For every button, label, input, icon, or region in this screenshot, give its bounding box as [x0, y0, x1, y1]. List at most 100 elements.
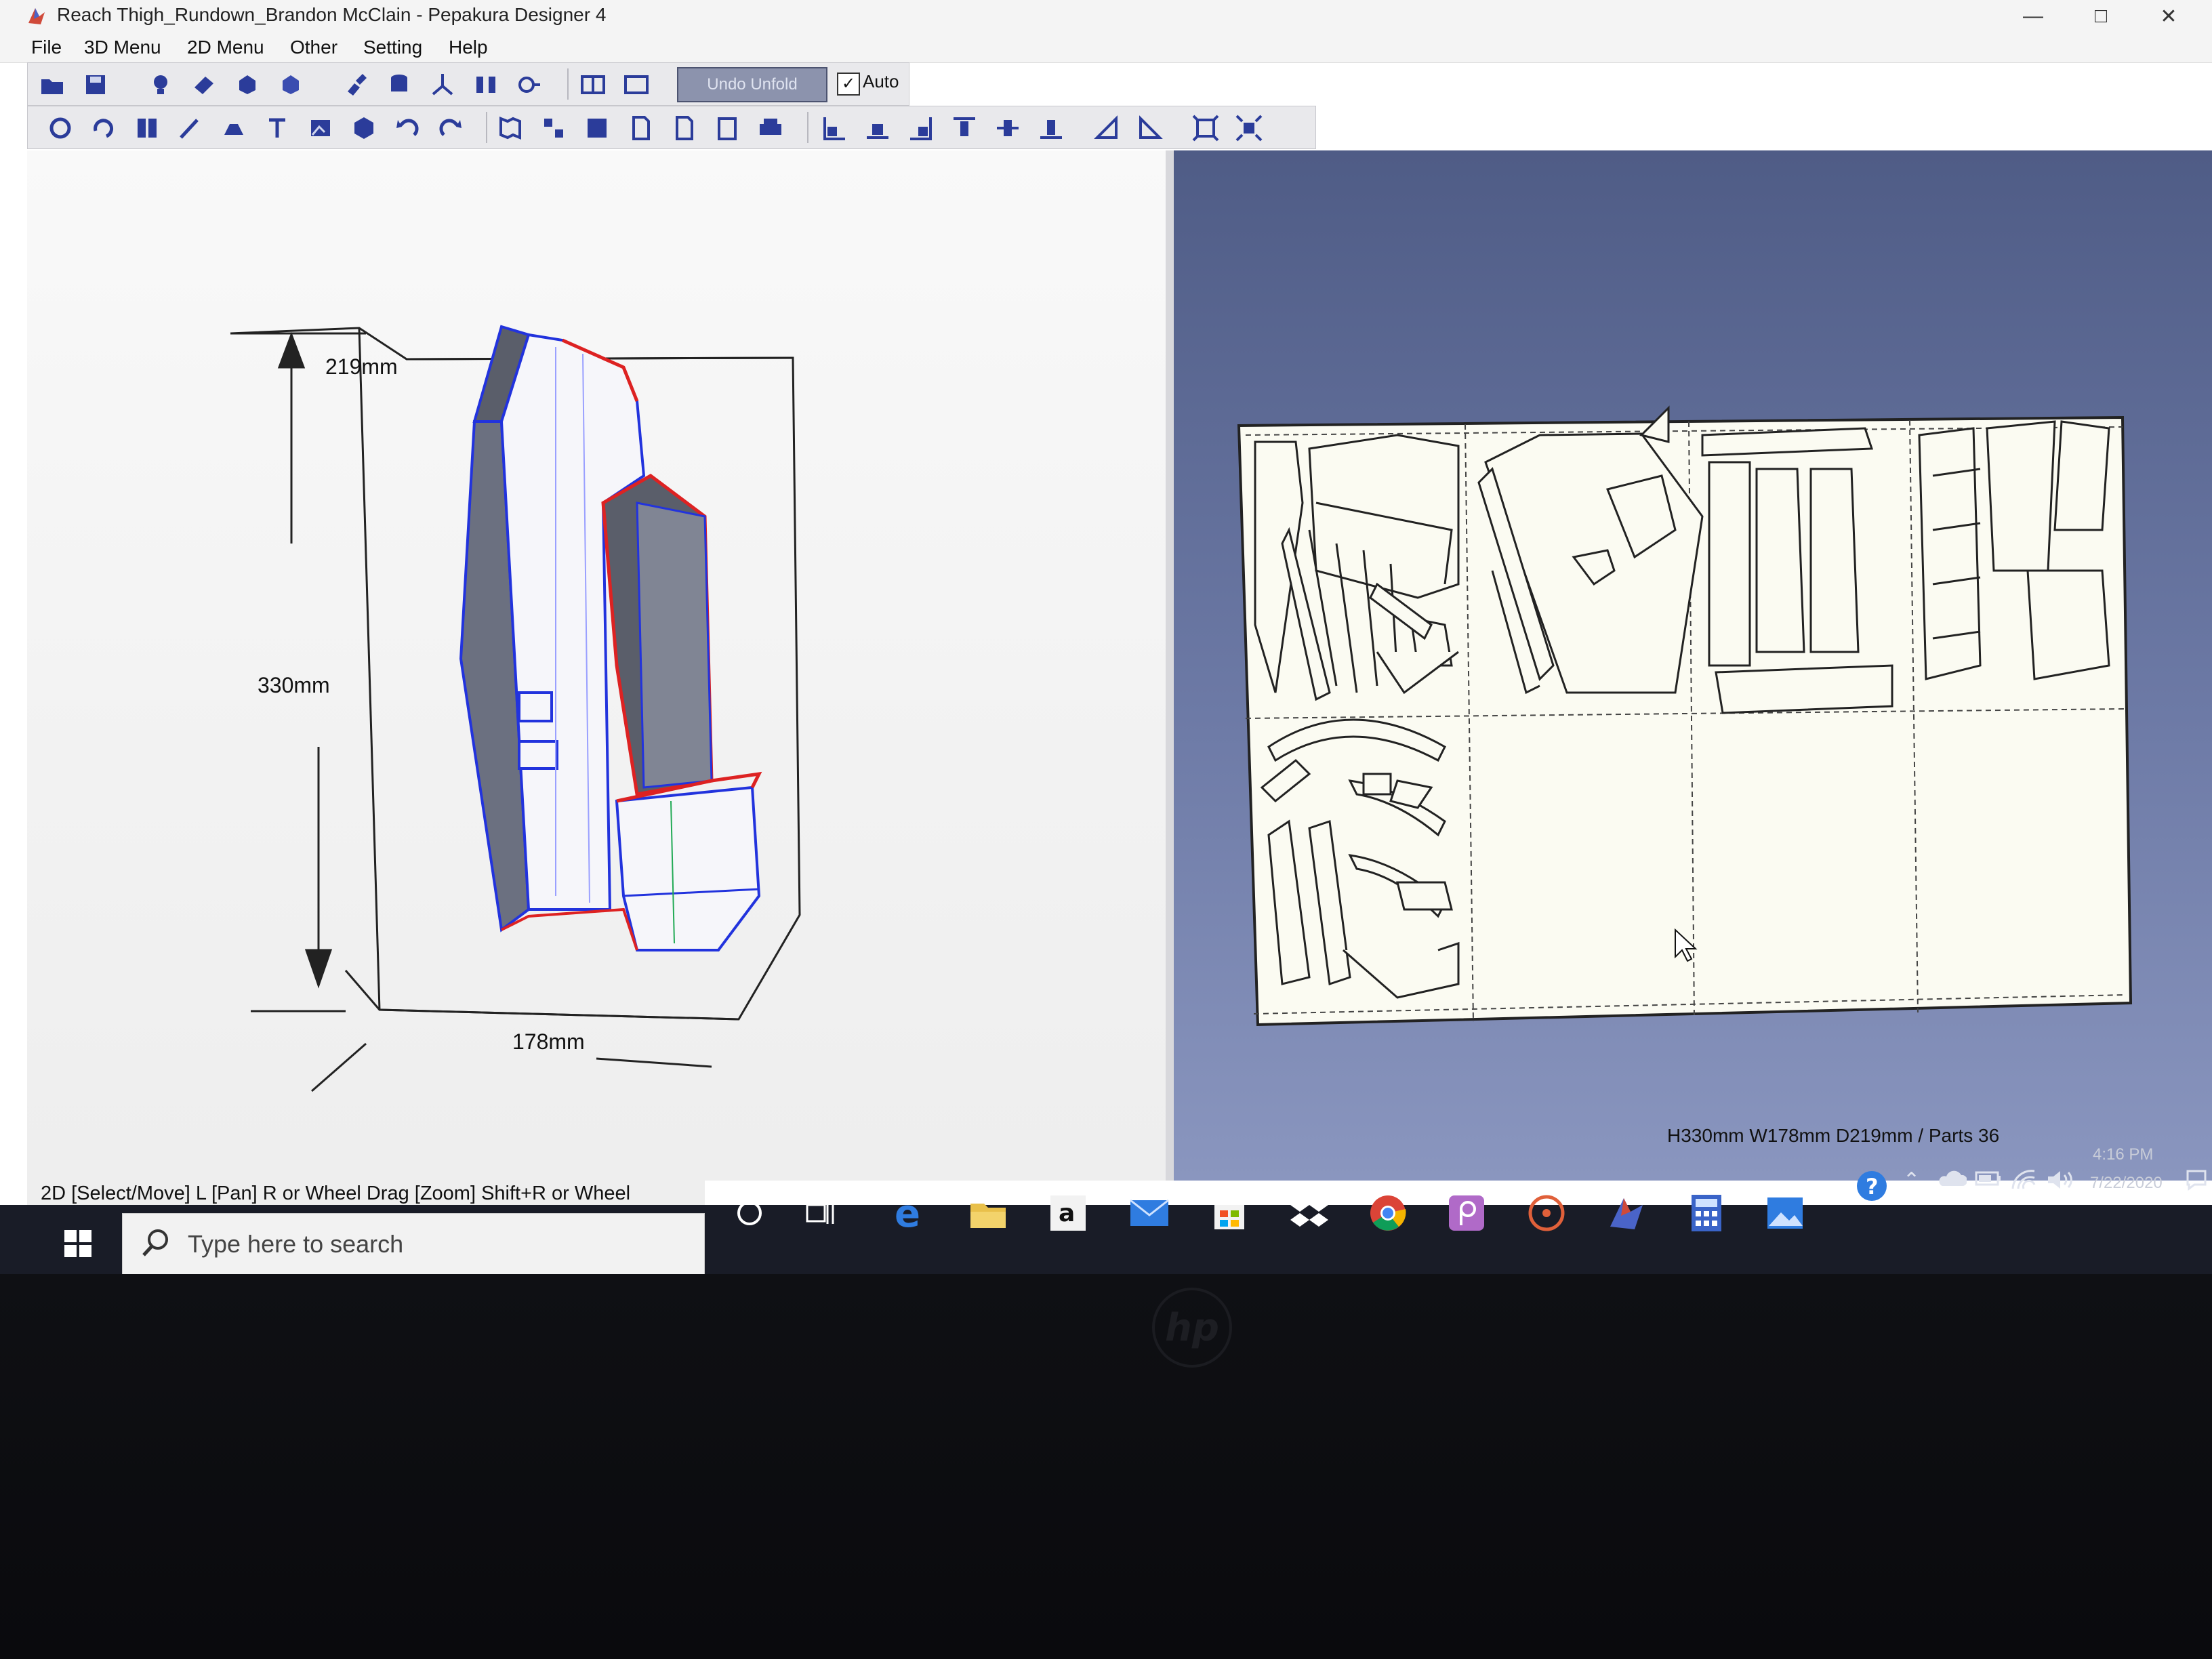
open-icon[interactable]	[37, 70, 67, 100]
menu-help[interactable]: Help	[449, 37, 488, 58]
wifi-icon[interactable]	[2010, 1168, 2037, 1197]
undo-unfold-button[interactable]: Undo Unfold	[677, 67, 827, 102]
svg-text:e: e	[895, 1194, 920, 1232]
select-icon[interactable]	[45, 113, 75, 143]
pepakura-icon[interactable]	[1603, 1190, 1650, 1236]
file-explorer-icon[interactable]	[965, 1190, 1011, 1236]
flat-shade-icon[interactable]	[232, 70, 262, 100]
search-placeholder: Type here to search	[188, 1230, 404, 1258]
screen: Reach Thigh_Rundown_Brandon McClain - Pe…	[0, 0, 2212, 1274]
cube-icon[interactable]	[349, 113, 379, 143]
mail-icon[interactable]	[1126, 1190, 1172, 1236]
cortana-icon[interactable]	[726, 1190, 773, 1236]
fit-parts-icon[interactable]	[1234, 113, 1264, 143]
battery-icon[interactable]	[1975, 1168, 2002, 1194]
pepakura-app-icon	[28, 8, 45, 24]
arrange-icon[interactable]	[539, 113, 569, 143]
fit-page-icon[interactable]	[1191, 113, 1221, 143]
align-right-icon[interactable]	[906, 113, 936, 143]
photos-icon[interactable]	[1762, 1190, 1808, 1236]
laptop-bezel	[0, 1274, 2212, 1659]
unfold-canvas[interactable]	[1174, 150, 2212, 1181]
picsart-icon[interactable]	[1443, 1190, 1490, 1236]
edit-edge-icon[interactable]	[176, 113, 205, 143]
join-faces-icon[interactable]	[132, 113, 162, 143]
height-dimension-label: 330mm	[258, 673, 330, 697]
redo-icon[interactable]	[436, 113, 466, 143]
status-dimensions: H330mm W178mm D219mm / Parts 36	[1667, 1125, 2000, 1146]
2d-view[interactable]	[1174, 150, 2212, 1181]
calculator-icon[interactable]	[1683, 1190, 1729, 1236]
align-middle-icon[interactable]	[993, 113, 1023, 143]
page-grid-icon[interactable]	[582, 113, 612, 143]
groove-icon[interactable]	[1523, 1190, 1570, 1236]
auto-label: Auto	[863, 71, 899, 91]
rotate-part-icon[interactable]	[89, 113, 119, 143]
align-bottom-icon[interactable]	[1036, 113, 1066, 143]
depth-dimension-label: 219mm	[325, 354, 398, 379]
align-left-icon[interactable]	[819, 113, 849, 143]
save-icon[interactable]	[81, 70, 110, 100]
distribute-v-icon[interactable]	[1135, 113, 1165, 143]
width-dimension-label: 178mm	[512, 1029, 585, 1054]
svg-text:a: a	[1059, 1200, 1075, 1227]
minimize-button[interactable]: —	[2006, 0, 2060, 33]
cylinder-icon[interactable]	[384, 70, 414, 100]
auto-checkbox[interactable]: ✓	[837, 73, 860, 96]
status-hint: 2D [Select/Move] L [Pan] R or Wheel Drag…	[41, 1183, 631, 1204]
distribute-h-icon[interactable]	[1092, 113, 1122, 143]
taskbar-search-box[interactable]: Type here to search	[122, 1213, 705, 1274]
store-icon[interactable]	[1206, 1190, 1252, 1236]
menu-2d[interactable]: 2D Menu	[187, 37, 264, 58]
single-view-icon[interactable]	[621, 70, 651, 100]
main-toolbar: Undo Unfold ✓ Auto	[27, 62, 909, 106]
maximize-button[interactable]: □	[2074, 0, 2128, 33]
axis-icon[interactable]	[428, 70, 457, 100]
view-splitter[interactable]	[1166, 150, 1174, 1181]
thigh-armor-model[interactable]	[459, 325, 762, 951]
page-number-icon[interactable]	[626, 113, 655, 143]
image-tool-icon[interactable]	[306, 113, 335, 143]
help-icon[interactable]: ?	[1854, 1168, 1889, 1209]
text-tool-icon[interactable]	[262, 113, 292, 143]
flap-icon[interactable]	[219, 113, 249, 143]
3d-view[interactable]: 219mm 330mm 178mm	[27, 150, 1166, 1181]
menu-3d[interactable]: 3D Menu	[84, 37, 161, 58]
clipboard-icon[interactable]	[712, 113, 742, 143]
texture-icon[interactable]	[189, 70, 219, 100]
clock-date[interactable]: 7/22/2020	[2090, 1174, 2163, 1193]
notification-icon[interactable]	[2185, 1168, 2208, 1197]
task-view-icon[interactable]	[798, 1190, 844, 1236]
light-icon[interactable]	[146, 70, 176, 100]
align-top-icon[interactable]	[949, 113, 979, 143]
paint-icon[interactable]	[341, 70, 371, 100]
split-view-icon[interactable]	[578, 70, 608, 100]
windows-icon	[64, 1230, 91, 1257]
edge-icon[interactable]: e	[886, 1190, 933, 1236]
onedrive-icon[interactable]	[1937, 1168, 1968, 1194]
svg-text:?: ?	[1866, 1174, 1879, 1200]
clock-time[interactable]: 4:16 PM	[2093, 1145, 2153, 1164]
page-setup-icon[interactable]	[669, 113, 699, 143]
volume-icon[interactable]	[2045, 1168, 2075, 1197]
title-bar: Reach Thigh_Rundown_Brandon McClain - Pe…	[0, 0, 2212, 33]
mirror-icon[interactable]	[471, 70, 501, 100]
menu-other[interactable]: Other	[290, 37, 337, 58]
unfold-icon[interactable]	[495, 113, 525, 143]
smooth-shade-icon[interactable]	[276, 70, 306, 100]
menu-setting[interactable]: Setting	[363, 37, 422, 58]
undo-icon[interactable]	[392, 113, 422, 143]
align-center-icon[interactable]	[863, 113, 893, 143]
chevron-up-icon[interactable]: ⌃	[1903, 1168, 1920, 1192]
3d-model-canvas[interactable]: 219mm 330mm 178mm	[27, 150, 1166, 1181]
edit-toolbar	[27, 106, 1316, 149]
chrome-icon[interactable]	[1365, 1190, 1411, 1236]
close-button[interactable]: ✕	[2142, 0, 2196, 33]
dropbox-icon[interactable]	[1286, 1190, 1332, 1236]
window-title: Reach Thigh_Rundown_Brandon McClain - Pe…	[57, 4, 607, 25]
menu-file[interactable]: File	[31, 37, 62, 58]
start-button[interactable]	[41, 1213, 115, 1274]
print-icon[interactable]	[756, 113, 785, 143]
amazon-icon[interactable]: a	[1045, 1190, 1091, 1236]
edge-id-icon[interactable]	[514, 70, 544, 100]
